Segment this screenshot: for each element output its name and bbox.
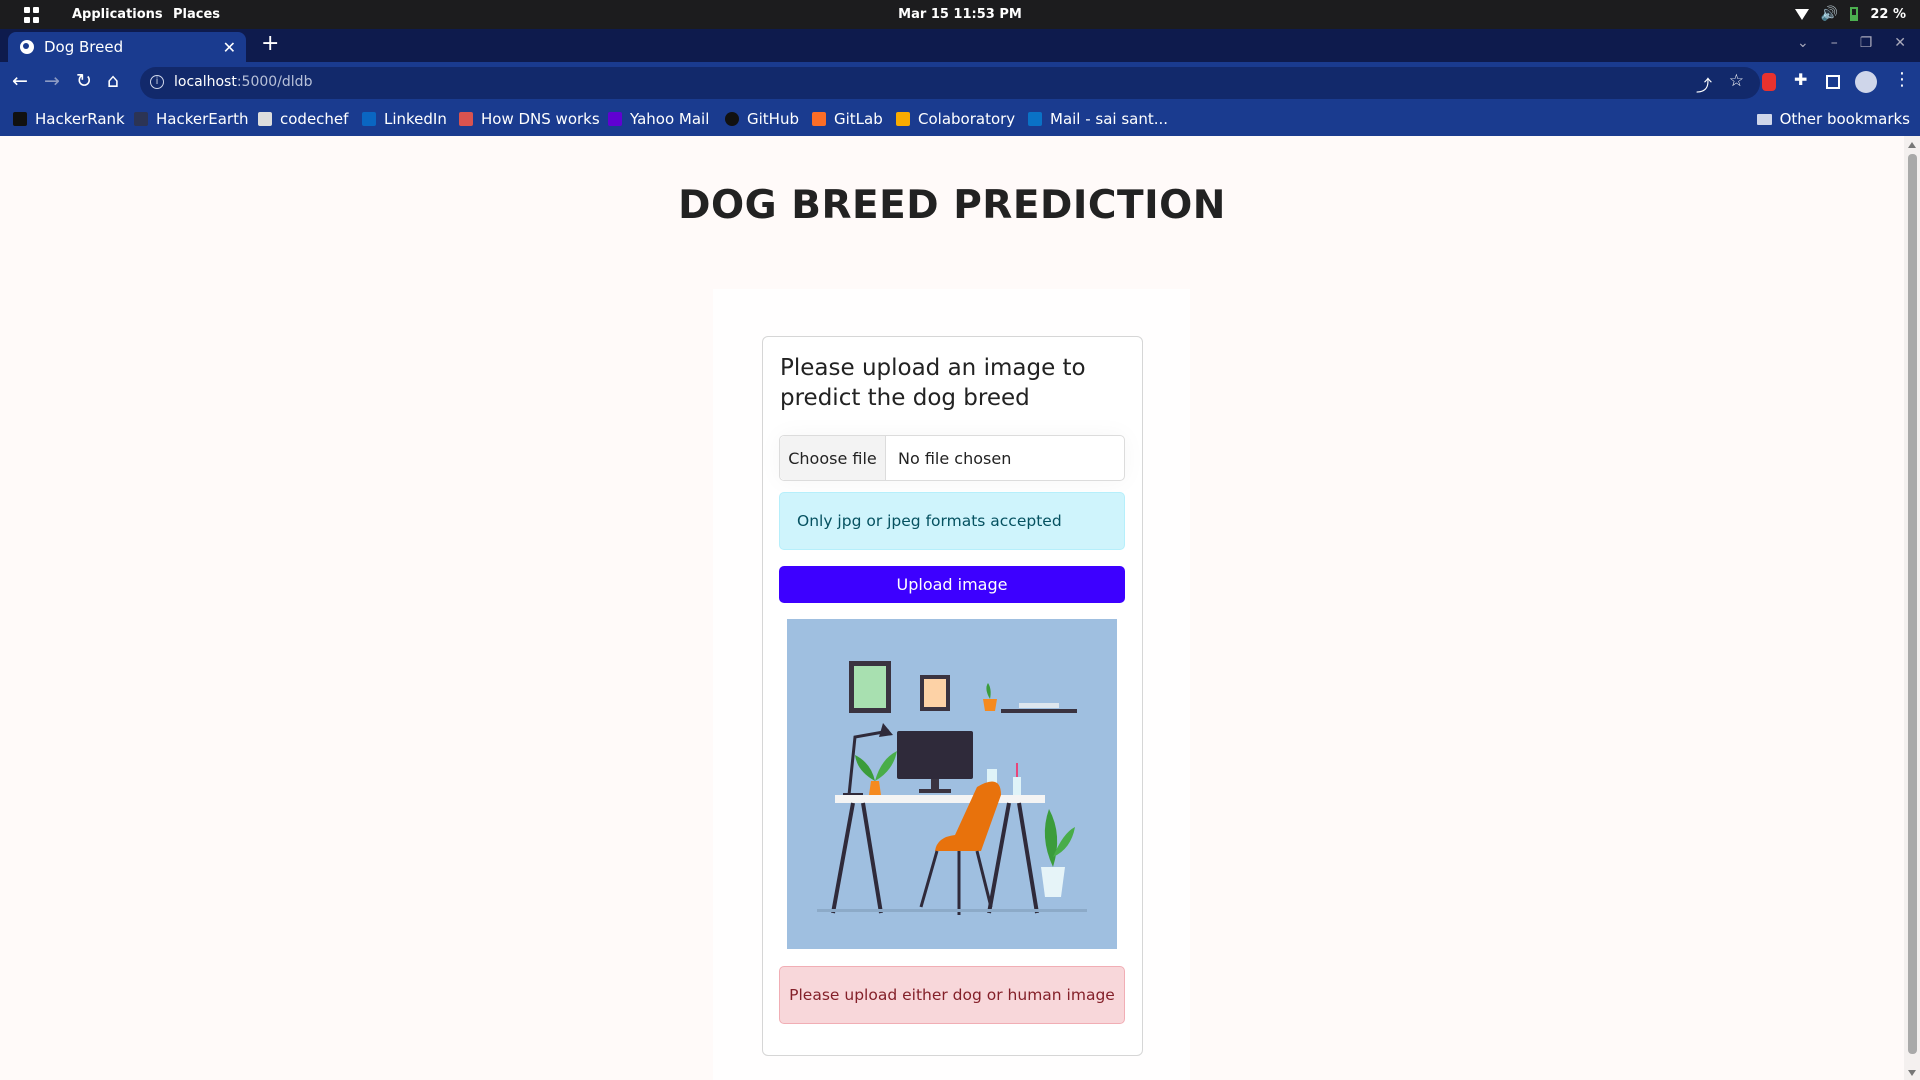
gitlab-icon [812, 112, 826, 126]
other-bookmarks[interactable]: Other bookmarks [1756, 110, 1910, 128]
tab-search-icon[interactable]: ⌄ [1797, 35, 1809, 51]
scroll-down-icon[interactable] [1908, 1070, 1916, 1076]
bookmarks-bar: HackerRank HackerEarth codechef LinkedIn… [0, 104, 1920, 136]
yahoo-icon [608, 112, 622, 126]
os-top-bar: Applications Places Mar 15 11:53 PM 🔊 22… [0, 0, 1920, 29]
bookmark-hackerearth[interactable]: HackerEarth [134, 110, 249, 128]
upload-card: Please upload an image to predict the do… [762, 336, 1143, 1056]
outlook-icon [1028, 112, 1042, 126]
bookmark-colaboratory[interactable]: Colaboratory [896, 110, 1015, 128]
maximize-icon[interactable]: ❐ [1860, 35, 1873, 51]
minimize-icon[interactable]: – [1831, 35, 1838, 51]
extensions-puzzle-icon[interactable]: ✚ [1794, 70, 1807, 89]
github-icon [725, 112, 739, 126]
bookmark-how-dns-works[interactable]: How DNS works [459, 110, 600, 128]
reload-icon[interactable]: ↻ [76, 70, 92, 92]
close-tab-icon[interactable]: ✕ [223, 38, 236, 57]
bookmark-label: codechef [280, 110, 349, 128]
hackerearth-icon [134, 112, 148, 126]
scrollbar-thumb[interactable] [1908, 154, 1917, 1054]
upload-image-button[interactable]: Upload image [779, 566, 1125, 603]
choose-file-button[interactable]: Choose file [780, 436, 886, 480]
clock[interactable]: Mar 15 11:53 PM [0, 7, 1920, 22]
profile-avatar-icon[interactable] [1855, 71, 1877, 93]
tab-strip: Dog Breed ✕ + ⌄ – ❐ ✕ [0, 29, 1920, 62]
format-info-alert: Only jpg or jpeg formats accepted [779, 492, 1125, 550]
file-status: No file chosen [898, 448, 1012, 468]
battery-level: 22 % [1870, 6, 1906, 22]
url-text[interactable]: localhost:5000/dldb [174, 74, 312, 90]
bookmark-label: GitHub [747, 110, 799, 128]
bookmark-label: GitLab [834, 110, 883, 128]
bookmark-label: LinkedIn [384, 110, 447, 128]
forward-icon[interactable]: → [44, 70, 60, 92]
folder-icon [1756, 113, 1772, 125]
site-info-icon[interactable]: i [150, 75, 164, 89]
system-tray[interactable]: 🔊 22 % [1794, 6, 1906, 22]
dns-icon [459, 112, 473, 126]
wifi-icon[interactable] [1794, 8, 1809, 20]
page-scrollbar[interactable] [1904, 136, 1920, 1080]
back-icon[interactable]: ← [12, 70, 28, 92]
bookmark-label: Colaboratory [918, 110, 1016, 128]
bookmark-label: HackerRank [35, 110, 125, 128]
bookmark-gitlab[interactable]: GitLab [812, 110, 883, 128]
page-title: DOG BREED PREDICTION [678, 183, 1226, 228]
scroll-up-icon[interactable] [1908, 142, 1916, 148]
side-panel-icon[interactable] [1826, 75, 1840, 89]
bookmark-codechef[interactable]: codechef [258, 110, 348, 128]
bookmark-label: Mail - sai sant... [1050, 110, 1169, 128]
volume-icon[interactable]: 🔊 [1821, 6, 1838, 22]
file-input[interactable]: Choose file No file chosen [779, 435, 1125, 481]
home-icon[interactable]: ⌂ [107, 70, 119, 92]
hackerrank-icon [13, 112, 27, 126]
address-bar[interactable]: i localhost:5000/dldb ⤴ ☆ [140, 67, 1760, 99]
browser-toolbar: ← → ↻ ⌂ i localhost:5000/dldb ⤴ ☆ ✚ ⋮ [0, 62, 1920, 104]
bookmark-label: How DNS works [481, 110, 600, 128]
bookmark-mail[interactable]: Mail - sai sant... [1028, 110, 1168, 128]
error-alert: Please upload either dog or human image [779, 966, 1125, 1024]
new-tab-button[interactable]: + [261, 31, 279, 56]
codechef-icon [258, 112, 272, 126]
globe-icon [20, 40, 34, 54]
tab-title: Dog Breed [44, 38, 124, 56]
tab-dog-breed[interactable]: Dog Breed ✕ [8, 32, 246, 62]
bookmark-yahoo-mail[interactable]: Yahoo Mail [608, 110, 709, 128]
battery-icon[interactable] [1850, 7, 1859, 21]
bookmark-label: Yahoo Mail [630, 110, 710, 128]
url-path: :5000/dldb [236, 74, 313, 90]
bookmark-hackerrank[interactable]: HackerRank [13, 110, 125, 128]
extension-icon[interactable] [1762, 73, 1776, 91]
linkedin-icon [362, 112, 376, 126]
window-controls: ⌄ – ❐ ✕ [1797, 35, 1906, 51]
colab-icon [896, 112, 910, 126]
share-icon[interactable]: ⤴ [1696, 72, 1712, 96]
workspace-illustration [787, 619, 1117, 949]
other-bookmarks-label: Other bookmarks [1779, 110, 1910, 128]
bookmark-github[interactable]: GitHub [725, 110, 799, 128]
bookmark-label: HackerEarth [156, 110, 249, 128]
bookmark-linkedin[interactable]: LinkedIn [362, 110, 447, 128]
bookmark-star-icon[interactable]: ☆ [1729, 71, 1744, 91]
card-title: Please upload an image to predict the do… [780, 355, 1086, 411]
url-host: localhost [174, 74, 237, 90]
close-window-icon[interactable]: ✕ [1894, 35, 1906, 51]
more-menu-icon[interactable]: ⋮ [1893, 69, 1911, 90]
